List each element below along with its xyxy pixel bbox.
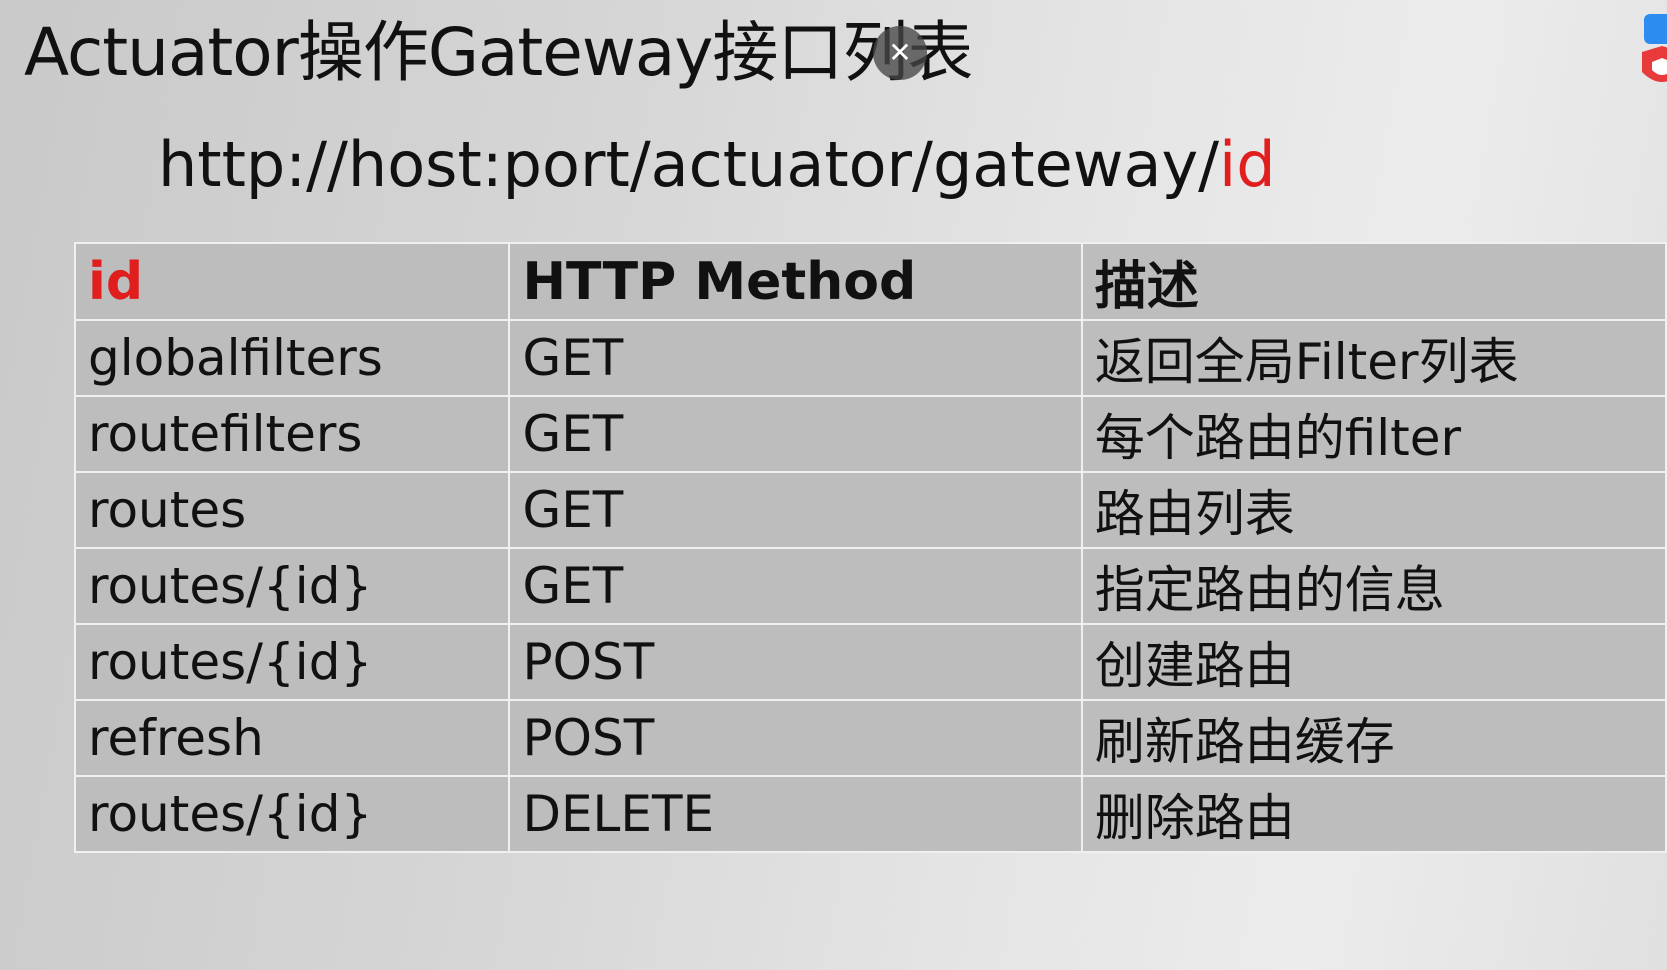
endpoint-url: http://host:port/actuator/gateway/id xyxy=(158,122,1276,208)
column-header-id: id xyxy=(73,242,511,321)
close-icon[interactable]: ✕ xyxy=(873,26,927,80)
table-row: routefilters GET 每个路由的filter xyxy=(73,395,1667,473)
cell-method: DELETE xyxy=(508,775,1083,853)
table-header-row: id HTTP Method 描述 xyxy=(73,242,1667,321)
cell-description: 每个路由的filter xyxy=(1080,395,1667,473)
table-row: refresh POST 刷新路由缓存 xyxy=(73,699,1667,777)
cell-method: GET xyxy=(508,319,1083,397)
cell-id: refresh xyxy=(73,699,511,777)
table-row: routes/{id} POST 创建路由 xyxy=(73,623,1667,701)
column-header-method: HTTP Method xyxy=(508,242,1083,321)
cell-description: 创建路由 xyxy=(1080,623,1667,701)
table-row: routes GET 路由列表 xyxy=(73,471,1667,549)
cell-id: routes/{id} xyxy=(73,623,511,701)
url-prefix: http://host:port/actuator/gateway/ xyxy=(158,128,1220,201)
table-row: globalfilters GET 返回全局Filter列表 xyxy=(73,319,1667,397)
cell-method: GET xyxy=(508,547,1083,625)
cell-description: 路由列表 xyxy=(1080,471,1667,549)
cell-description: 指定路由的信息 xyxy=(1080,547,1667,625)
app-badge-icon xyxy=(1642,14,1667,82)
cell-description: 刷新路由缓存 xyxy=(1080,699,1667,777)
cell-id: routes/{id} xyxy=(73,775,511,853)
cell-id: routes xyxy=(73,471,511,549)
slide-title: Actuator操作Gateway接口列表 xyxy=(24,14,973,91)
table-row: routes/{id} GET 指定路由的信息 xyxy=(73,547,1667,625)
endpoint-table: id HTTP Method 描述 globalfilters GET 返回全局… xyxy=(73,242,1667,853)
cell-id: routefilters xyxy=(73,395,511,473)
cell-id: routes/{id} xyxy=(73,547,511,625)
cell-id: globalfilters xyxy=(73,319,511,397)
cell-description: 返回全局Filter列表 xyxy=(1080,319,1667,397)
cell-description: 删除路由 xyxy=(1080,775,1667,853)
table-row: routes/{id} DELETE 删除路由 xyxy=(73,775,1667,853)
cell-method: POST xyxy=(508,623,1083,701)
cell-method: POST xyxy=(508,699,1083,777)
url-id-param: id xyxy=(1219,128,1276,201)
cell-method: GET xyxy=(508,395,1083,473)
cell-method: GET xyxy=(508,471,1083,549)
column-header-description: 描述 xyxy=(1080,242,1667,321)
